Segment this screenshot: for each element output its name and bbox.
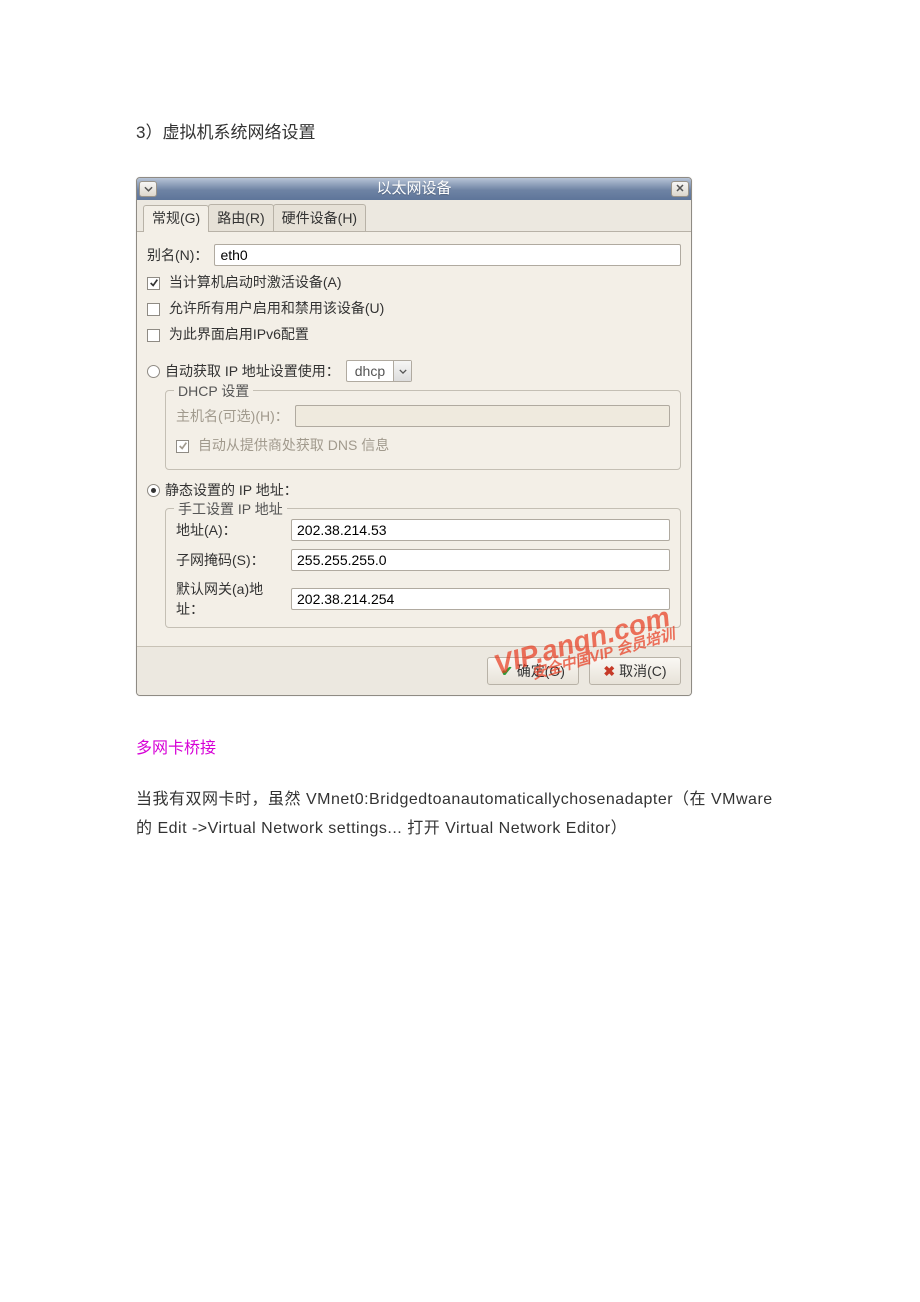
dhcp-select-value: dhcp [347,363,393,379]
activate-on-boot-label: 当计算机启动时激活设备(A) [169,274,342,290]
address-input[interactable] [291,519,670,541]
close-button[interactable]: ✕ [671,181,689,197]
static-group-title: 手工设置 IP 地址 [174,499,287,519]
dhcp-group-title: DHCP 设置 [174,381,253,401]
static-ip-group: 手工设置 IP 地址 地址(A)： 子网掩码(S)： 默认网关(a)地址： [165,508,681,628]
ok-button[interactable]: ✔ 确定(O) [487,657,579,685]
address-label: 地址(A)： [176,520,291,540]
cancel-button[interactable]: ✖ 取消(C) [589,657,681,685]
auto-ip-row[interactable]: 自动获取 IP 地址设置使用： dhcp [147,360,681,382]
tab-hardware[interactable]: 硬件设备(H) [273,204,366,231]
check-icon: ✔ [501,663,513,680]
cancel-button-label: 取消(C) [619,661,666,681]
alias-input[interactable] [214,244,681,266]
tab-bar: 常规(G) 路由(R) 硬件设备(H) [137,200,691,232]
alias-row: 别名(N)： [147,244,681,266]
dhcp-dns-checkbox [176,440,189,453]
section-heading: 3）虚拟机系统网络设置 [136,118,784,143]
dhcp-dns-label: 自动从提供商处获取 DNS 信息 [198,437,389,453]
gateway-label: 默认网关(a)地址： [176,579,291,619]
check-icon [149,278,159,288]
dialog-titlebar: 以太网设备 ✕ [137,178,691,200]
body-paragraph: 当我有双网卡时，虽然 VMnet0:Bridgedtoanautomatical… [136,786,784,844]
dhcp-select[interactable]: dhcp [346,360,412,382]
check-icon [178,441,188,451]
multi-nic-heading: 多网卡桥接 [136,734,784,758]
allow-all-users-checkbox[interactable] [147,303,160,316]
activate-on-boot-row[interactable]: 当计算机启动时激活设备(A) [147,272,681,292]
x-icon: ✖ [603,663,615,680]
dhcp-host-input [295,405,670,427]
dhcp-host-label: 主机名(可选)(H)： [176,406,289,426]
auto-ip-label: 自动获取 IP 地址设置使用： [165,361,340,381]
chevron-down-icon [144,186,153,192]
window-menu-button[interactable] [139,181,157,197]
auto-ip-radio[interactable] [147,365,160,378]
chevron-down-icon [399,369,407,374]
ipv6-checkbox[interactable] [147,329,160,342]
tab-panel-general: 别名(N)： 当计算机启动时激活设备(A) 允许所有用户启用和禁用该设备(U) … [137,232,691,646]
tab-route[interactable]: 路由(R) [208,204,273,231]
allow-all-users-label: 允许所有用户启用和禁用该设备(U) [169,300,384,316]
dialog-footer: ✔ 确定(O) ✖ 取消(C) [137,646,691,695]
static-ip-row[interactable]: 静态设置的 IP 地址： [147,480,681,500]
tab-general[interactable]: 常规(G) [143,205,209,232]
subnet-mask-label: 子网掩码(S)： [176,550,291,570]
dialog-title: 以太网设备 [159,178,669,200]
gateway-input[interactable] [291,588,670,610]
allow-all-users-row[interactable]: 允许所有用户启用和禁用该设备(U) [147,298,681,318]
activate-on-boot-checkbox[interactable] [147,277,160,290]
static-ip-label: 静态设置的 IP 地址： [165,480,298,500]
ethernet-device-dialog: 以太网设备 ✕ 常规(G) 路由(R) 硬件设备(H) 别名(N)： 当计算机启… [136,177,692,696]
subnet-mask-input[interactable] [291,549,670,571]
static-ip-radio[interactable] [147,484,160,497]
dhcp-settings-group: DHCP 设置 主机名(可选)(H)： 自动从提供商处获取 DNS 信息 [165,390,681,470]
ok-button-label: 确定(O) [517,661,565,681]
dhcp-select-button[interactable] [393,361,411,381]
ipv6-row[interactable]: 为此界面启用IPv6配置 [147,324,681,344]
close-icon: ✕ [675,184,684,195]
alias-label: 别名(N)： [147,245,208,265]
ipv6-label: 为此界面启用IPv6配置 [169,326,309,342]
